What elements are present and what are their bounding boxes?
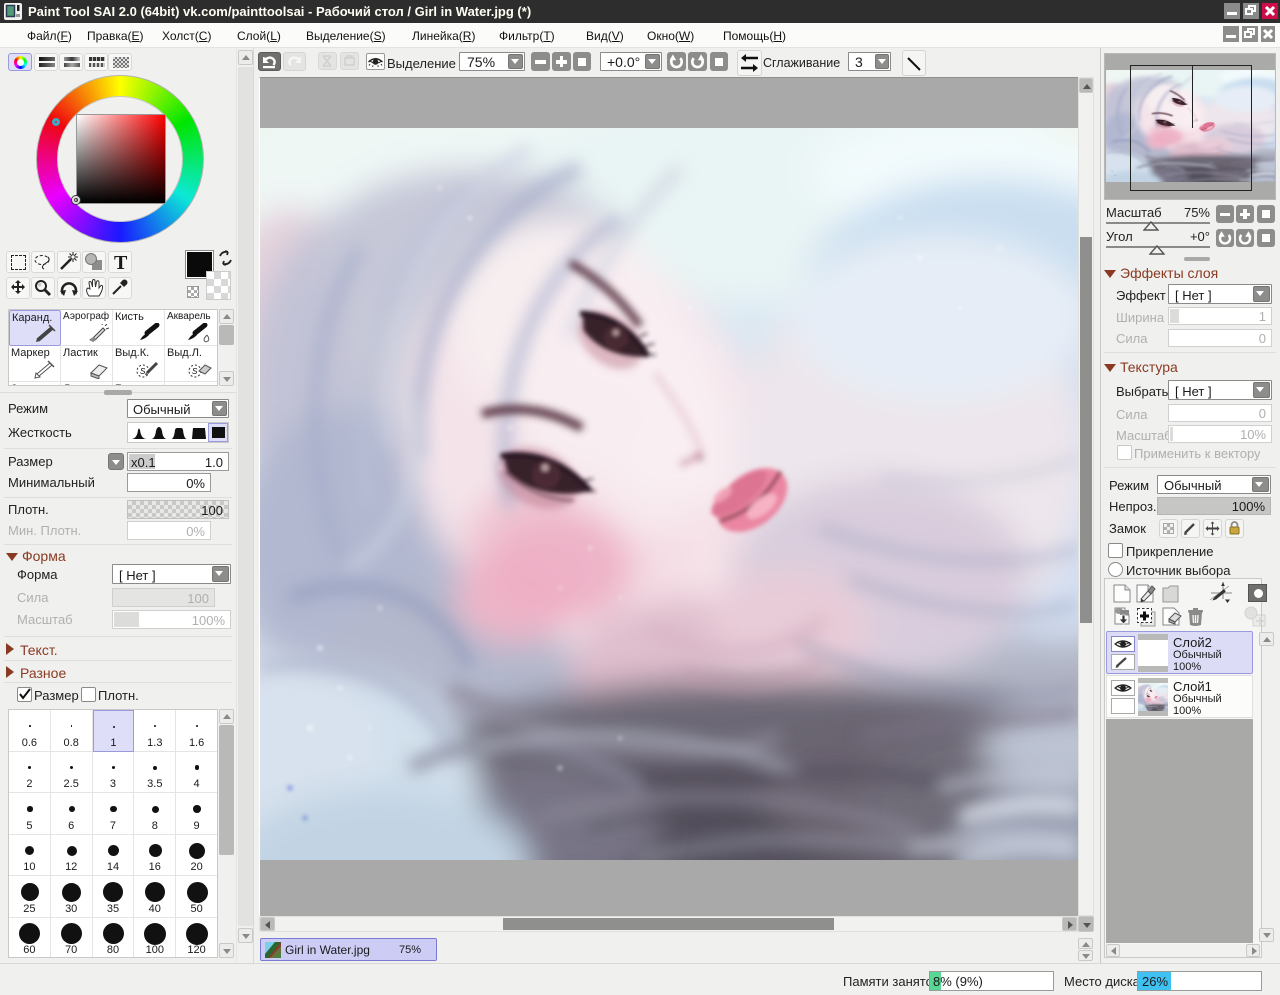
svg-text:S: S — [192, 367, 198, 376]
svg-text:S: S — [140, 367, 146, 376]
